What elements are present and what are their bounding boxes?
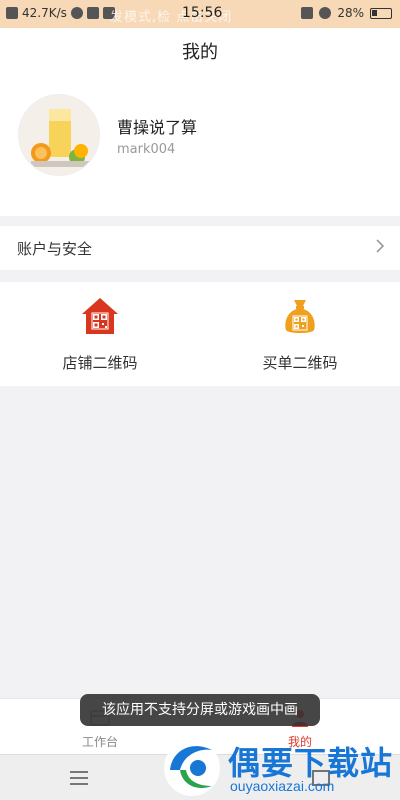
chevron-right-icon [376, 239, 385, 253]
status-bar: 42.7K/s 发模式,检 点击关闭 15:56 28% [0, 0, 400, 28]
page-title: 我的 [182, 42, 218, 63]
bag-qr-icon [285, 300, 315, 333]
tools-icon [86, 7, 99, 19]
status-right: 28% [301, 6, 392, 20]
checkout-qr-label: 买单二维码 [262, 354, 338, 372]
watermark: 偶要下载站 ouyaoxiazai.com [160, 732, 400, 800]
app-icon [70, 7, 83, 19]
battery-percent: 28% [337, 6, 364, 20]
wifi-icon [319, 7, 332, 19]
network-speed: 42.7K/s [22, 6, 67, 20]
profile-name: 曹操说了算 [117, 118, 198, 137]
profile-card[interactable]: 曹操说了算 mark004 [0, 78, 400, 216]
notification-icon [6, 7, 18, 19]
menu-icon[interactable] [68, 768, 90, 788]
watermark-logo-icon [164, 740, 220, 796]
battery-icon [370, 7, 392, 19]
watermark-url: ouyaoxiazai.com [230, 778, 335, 794]
avatar[interactable] [18, 94, 100, 176]
profile-id: mark004 [117, 142, 176, 157]
tab-workbench-label: 工作台 [81, 735, 118, 749]
account-security-label: 账户与安全 [17, 240, 93, 258]
status-time: 15:56 [182, 5, 223, 21]
account-security-row[interactable]: 账户与安全 [0, 226, 400, 270]
qr-code-grid: 店铺二维码 买单二维码 [0, 282, 400, 386]
shop-qr-icon [82, 298, 118, 334]
shop-qr-label: 店铺二维码 [62, 354, 138, 372]
toast-message: 该应用不支持分屏或游戏画中画 [80, 694, 320, 726]
mute-icon [301, 7, 314, 19]
checkout-qr-button[interactable]: 买单二维码 [200, 282, 400, 386]
shop-qr-button[interactable]: 店铺二维码 [0, 282, 200, 386]
status-left: 42.7K/s [6, 6, 115, 20]
app-header: 我的 [0, 28, 400, 78]
